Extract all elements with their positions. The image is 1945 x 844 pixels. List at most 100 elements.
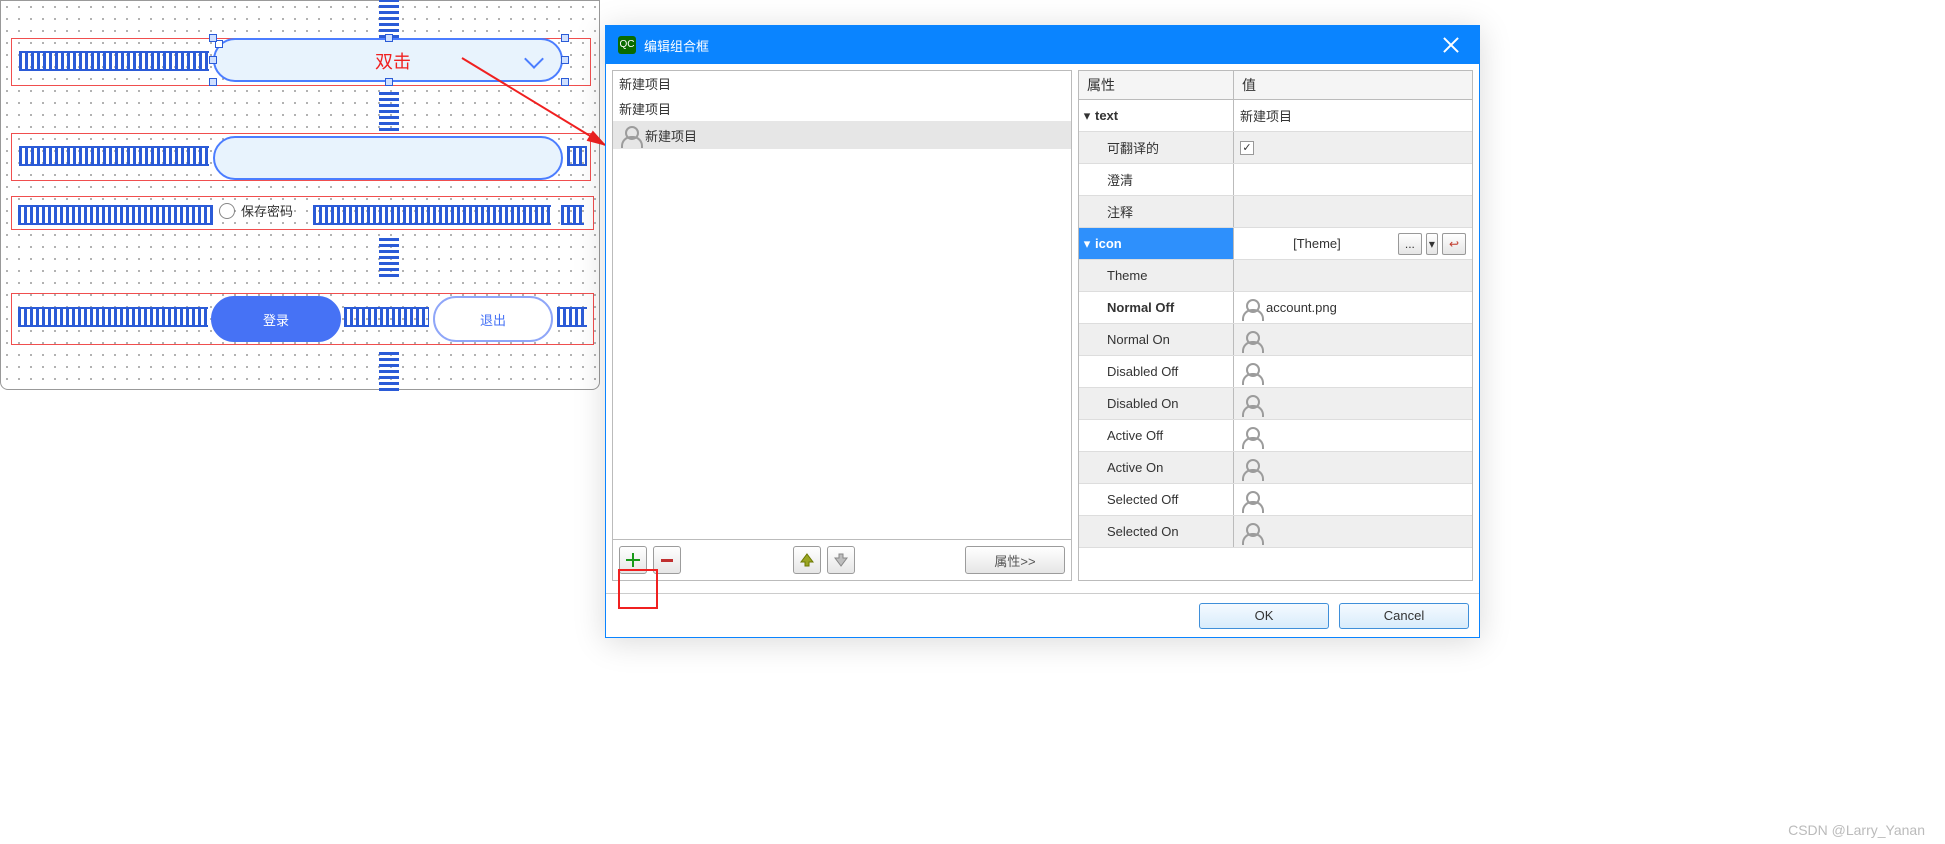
prop-row-active-on[interactable]: Active On	[1079, 452, 1472, 484]
checkbox-label: 保存密码	[241, 201, 293, 220]
move-up-button[interactable]	[793, 546, 821, 574]
list-item[interactable]: 新建项目	[613, 121, 1071, 149]
prop-name: Disabled Off	[1107, 364, 1178, 379]
arrow-down-icon	[834, 553, 848, 567]
qt-creator-icon: QC	[618, 36, 636, 54]
properties-toggle-button[interactable]: 属性>>	[965, 546, 1065, 574]
watermark: CSDN @Larry_Yanan	[1788, 822, 1925, 838]
collapse-icon[interactable]: ▾	[1079, 236, 1095, 252]
radio-icon	[219, 203, 235, 219]
designer-canvas: 双击 保存密码 登录 退出	[0, 0, 600, 390]
reset-button[interactable]: ↩	[1442, 233, 1466, 255]
prop-row-disabled-on[interactable]: Disabled On	[1079, 388, 1472, 420]
remove-item-button[interactable]	[653, 546, 681, 574]
item-list-toolbar: 属性>>	[613, 539, 1071, 580]
selection-handle[interactable]	[385, 78, 393, 86]
selection-handle[interactable]	[561, 56, 569, 64]
spacer-icon	[379, 349, 399, 391]
person-icon	[619, 124, 641, 146]
dialog-button-bar: OK Cancel	[606, 593, 1479, 637]
prop-row-disambig[interactable]: 澄清	[1079, 164, 1472, 196]
prop-row-comment[interactable]: 注释	[1079, 196, 1472, 228]
ok-button[interactable]: OK	[1199, 603, 1329, 629]
person-icon	[1240, 393, 1262, 415]
prop-row-theme[interactable]: Theme	[1079, 260, 1472, 292]
prop-row-active-off[interactable]: Active Off	[1079, 420, 1472, 452]
cancel-label: Cancel	[1384, 608, 1424, 623]
prop-name: Theme	[1107, 268, 1147, 283]
header-property: 属性	[1079, 71, 1234, 99]
list-item-label: 新建项目	[619, 99, 1065, 118]
person-icon	[1240, 425, 1262, 447]
move-down-button[interactable]	[827, 546, 855, 574]
ok-label: OK	[1255, 608, 1274, 623]
combobox-editor-dialog: QC 编辑组合框 新建项目 新建项目 新建项目	[605, 25, 1480, 638]
combobox-1[interactable]: 双击	[213, 38, 563, 82]
person-icon	[1240, 361, 1262, 383]
spacer-icon	[379, 89, 399, 131]
collapse-icon[interactable]: ▾	[1079, 108, 1095, 124]
person-icon	[1240, 489, 1262, 511]
login-button[interactable]: 登录	[211, 296, 341, 342]
prop-name: 注释	[1107, 202, 1133, 221]
spacer-icon	[561, 205, 584, 225]
exit-button[interactable]: 退出	[433, 296, 553, 342]
prop-name: Active Off	[1107, 428, 1163, 443]
spacer-icon	[344, 307, 429, 327]
list-item[interactable]: 新建项目	[613, 96, 1071, 121]
list-item[interactable]: 新建项目	[613, 71, 1071, 96]
prop-value[interactable]: 新建项目	[1240, 106, 1292, 125]
prop-row-normal-off[interactable]: Normal Off account.png	[1079, 292, 1472, 324]
prop-value: [Theme]	[1240, 236, 1394, 251]
add-item-button[interactable]	[619, 546, 647, 574]
prop-name: 可翻译的	[1107, 138, 1159, 157]
spacer-icon	[19, 51, 209, 71]
browse-button[interactable]: ...	[1398, 233, 1422, 255]
selection-handle[interactable]	[209, 56, 217, 64]
properties-button-label: 属性>>	[994, 551, 1035, 570]
spacer-icon	[379, 235, 399, 277]
spacer-icon	[379, 0, 399, 38]
prop-value: account.png	[1266, 300, 1337, 315]
chevron-down-icon	[524, 49, 544, 69]
minus-icon	[659, 552, 675, 568]
cancel-button[interactable]: Cancel	[1339, 603, 1469, 629]
prop-row-text[interactable]: ▾text 新建项目	[1079, 100, 1472, 132]
person-icon	[1240, 297, 1262, 319]
combobox-2[interactable]	[213, 136, 563, 180]
prop-name: Normal Off	[1107, 300, 1174, 315]
property-header: 属性 值	[1079, 71, 1472, 100]
checkbox-icon[interactable]: ✓	[1240, 141, 1254, 155]
selection-handle[interactable]	[209, 78, 217, 86]
dialog-titlebar[interactable]: QC 编辑组合框	[606, 26, 1479, 64]
property-panel: 属性 值 ▾text 新建项目 可翻译的 ✓ 澄清 注释	[1078, 70, 1473, 581]
selection-handle[interactable]	[385, 34, 393, 42]
spacer-icon	[567, 146, 587, 166]
selection-handle[interactable]	[209, 34, 217, 42]
prop-row-selected-on[interactable]: Selected On	[1079, 516, 1472, 548]
login-label: 登录	[263, 313, 289, 328]
dblclick-annotation: 双击	[375, 48, 411, 74]
header-value: 值	[1234, 71, 1264, 99]
list-item-label: 新建项目	[619, 74, 1065, 93]
prop-row-normal-on[interactable]: Normal On	[1079, 324, 1472, 356]
spacer-icon	[313, 205, 551, 225]
spacer-icon	[18, 205, 213, 225]
selection-handle[interactable]	[561, 78, 569, 86]
prop-name: icon	[1095, 236, 1122, 251]
selection-handle[interactable]	[561, 34, 569, 42]
prop-name: 澄清	[1107, 170, 1133, 189]
dialog-title: 编辑组合框	[644, 36, 709, 55]
prop-row-translatable[interactable]: 可翻译的 ✓	[1079, 132, 1472, 164]
person-icon	[1240, 457, 1262, 479]
prop-row-disabled-off[interactable]: Disabled Off	[1079, 356, 1472, 388]
spacer-icon	[18, 307, 208, 327]
save-password-checkbox[interactable]: 保存密码	[219, 201, 293, 220]
prop-row-selected-off[interactable]: Selected Off	[1079, 484, 1472, 516]
prop-row-icon[interactable]: ▾icon [Theme] ... ▾ ↩	[1079, 228, 1472, 260]
dropdown-button[interactable]: ▾	[1426, 233, 1438, 255]
prop-name: text	[1095, 108, 1118, 123]
plus-icon	[625, 552, 641, 568]
close-icon[interactable]	[1435, 29, 1467, 61]
person-icon	[1240, 329, 1262, 351]
